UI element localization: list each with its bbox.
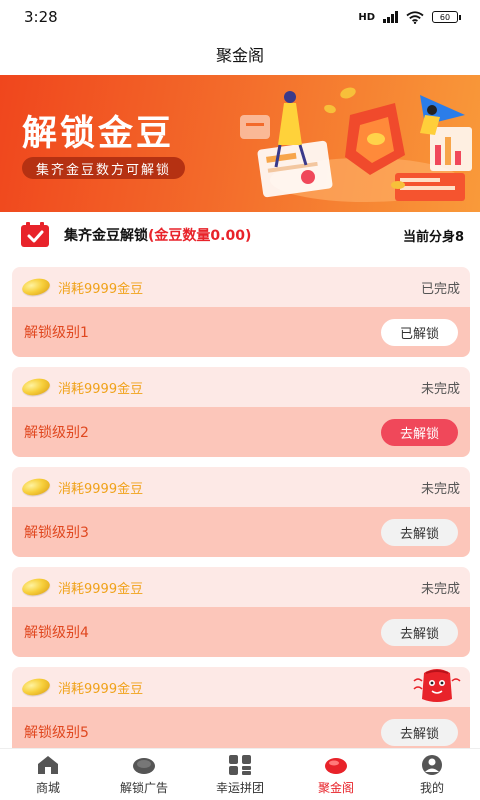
level-card-5: 消耗9999金豆 解锁级别5 去解锁 (12, 667, 470, 757)
go-unlock-button[interactable]: 去解锁 (381, 418, 458, 446)
home-icon (38, 755, 58, 774)
tab-label: 我的 (419, 780, 444, 795)
level-card-header: 消耗9999金豆 未完成 (12, 467, 470, 507)
level-status: 未完成 (420, 481, 460, 497)
level-card-body: 解锁级别1 已解锁 (12, 307, 470, 357)
level-label: 解锁级别4 (24, 625, 89, 641)
level-label: 解锁级别2 (24, 425, 89, 441)
gold-bean-icon (325, 757, 347, 774)
lucky-bag-mascot-icon[interactable] (412, 667, 462, 705)
bean-count: (金豆数量0.00) (148, 228, 252, 244)
summary-row: 集齐金豆解锁 (金豆数量0.00) 当前分身8 (0, 213, 480, 257)
tab-mine[interactable]: 我的 (384, 749, 480, 800)
level-card-header: 消耗9999金豆 未完成 (12, 367, 470, 407)
level-label: 解锁级别1 (24, 325, 89, 341)
tab-label: 聚金阁 (317, 780, 354, 795)
signal-icon (383, 11, 398, 23)
gold-bean-icon (20, 376, 52, 398)
go-unlock-button[interactable]: 去解锁 (381, 618, 458, 646)
go-unlock-button[interactable]: 去解锁 (381, 718, 458, 746)
level-cost: 消耗9999金豆 (58, 681, 144, 697)
tab-lucky-group[interactable]: 幸运拼团 (192, 749, 288, 800)
level-cost: 消耗9999金豆 (58, 481, 144, 497)
status-icons: HD 60 (358, 10, 461, 24)
battery-level: 60 (439, 12, 451, 22)
level-cost: 消耗9999金豆 (58, 281, 144, 297)
banner-title: 解锁金豆 (22, 114, 175, 154)
gold-bean-icon (20, 576, 52, 598)
user-icon (422, 754, 442, 775)
level-cost: 消耗9999金豆 (58, 381, 144, 397)
tab-label: 幸运拼团 (215, 780, 264, 795)
level-card-header: 消耗9999金豆 (12, 667, 470, 707)
level-card-header: 消耗9999金豆 已完成 (12, 267, 470, 307)
tab-unlock-ads[interactable]: 解锁广告 (96, 749, 192, 800)
gold-bean-icon (20, 476, 52, 498)
battery-icon: 60 (432, 11, 461, 23)
level-card-header: 消耗9999金豆 未完成 (12, 567, 470, 607)
level-card-4: 消耗9999金豆 未完成 解锁级别4 去解锁 (12, 567, 470, 657)
level-card-1: 消耗9999金豆 已完成 解锁级别1 已解锁 (12, 267, 470, 357)
level-status: 未完成 (420, 581, 460, 597)
level-card-3: 消耗9999金豆 未完成 解锁级别3 去解锁 (12, 467, 470, 557)
level-cost: 消耗9999金豆 (58, 581, 144, 597)
level-card-body: 解锁级别4 去解锁 (12, 607, 470, 657)
banner-subtitle: 集齐金豆数方可解锁 (22, 157, 186, 179)
tab-label: 商城 (35, 780, 60, 795)
tab-gold-pavilion[interactable]: 聚金阁 (288, 749, 384, 800)
grid-icon (229, 754, 251, 775)
go-unlock-button[interactable]: 去解锁 (381, 518, 458, 546)
unlock-banner[interactable]: 解锁金豆 集齐金豆数方可解锁 (0, 75, 480, 212)
clipboard-check-icon (21, 222, 49, 247)
page-title: 聚金阁 (215, 46, 264, 65)
bean-icon (133, 757, 155, 774)
level-card-body: 解锁级别2 去解锁 (12, 407, 470, 457)
status-bar: 3:28 HD 60 (0, 0, 480, 34)
level-card-body: 解锁级别3 去解锁 (12, 507, 470, 557)
level-status: 未完成 (420, 381, 460, 397)
level-list: 消耗9999金豆 已完成 解锁级别1 已解锁 消耗9999金豆 未完成 解锁级别… (12, 267, 470, 767)
gold-bean-icon (20, 276, 52, 298)
level-status: 已完成 (420, 281, 460, 297)
status-time: 3:28 (24, 8, 58, 26)
tab-label: 解锁广告 (119, 780, 168, 795)
unlocked-button[interactable]: 已解锁 (381, 318, 458, 346)
level-label: 解锁级别5 (24, 725, 89, 741)
banner-illustration (240, 87, 472, 202)
current-clone-count: 当前分身8 (402, 229, 464, 245)
tab-mall[interactable]: 商城 (0, 749, 96, 800)
bottom-tab-bar: 商城 解锁广告 幸运拼团 聚金阁 我的 (0, 748, 480, 800)
level-label: 解锁级别3 (24, 525, 89, 541)
network-type: HD (358, 11, 375, 23)
level-card-2: 消耗9999金豆 未完成 解锁级别2 去解锁 (12, 367, 470, 457)
gold-bean-icon (20, 676, 52, 698)
summary-title: 集齐金豆解锁 (64, 228, 148, 244)
wifi-icon (406, 10, 424, 24)
